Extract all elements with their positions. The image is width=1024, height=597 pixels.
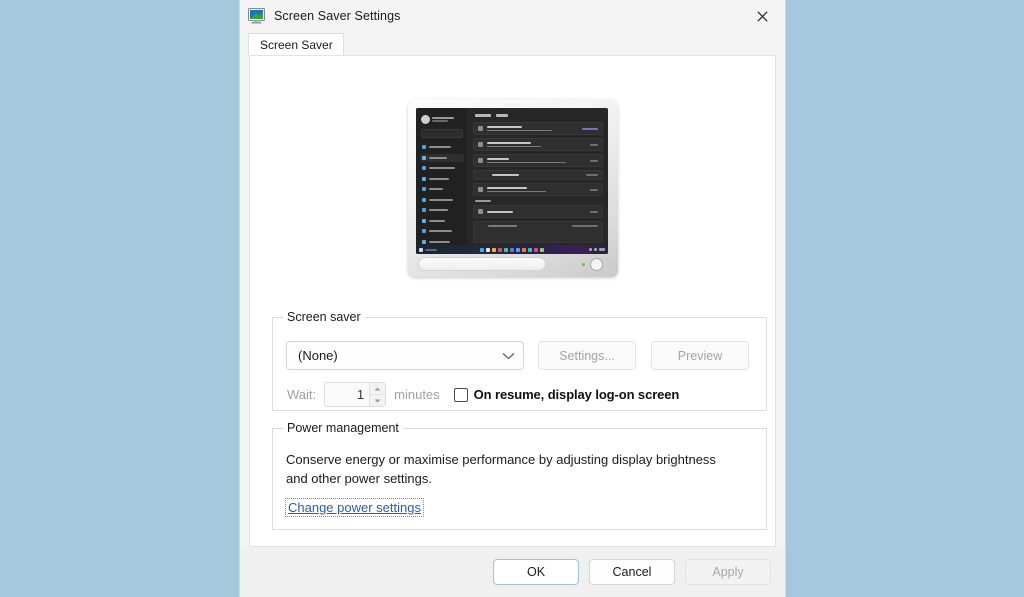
dialog-content: Screen saver (None) Settings... Preview …: [249, 55, 776, 547]
on-resume-checkbox[interactable]: [453, 387, 468, 402]
monitor-preview: [407, 99, 618, 277]
monitor-base: [416, 256, 608, 273]
mock-nav-item: [420, 227, 465, 235]
stepper-down-icon[interactable]: [370, 394, 386, 406]
wait-row: Wait: 1 minutes On resume, display log-o…: [287, 382, 679, 407]
mock-breadcrumb: [475, 114, 602, 117]
tab-strip: Screen Saver: [240, 32, 785, 55]
mock-user-profile: [420, 115, 465, 124]
title-bar: Screen Saver Settings: [240, 0, 785, 32]
wait-minutes-value: 1: [356, 387, 365, 402]
screen-saver-preview-button[interactable]: Preview: [651, 341, 749, 370]
mock-nav-item: [420, 175, 465, 183]
ok-button-label: OK: [526, 565, 546, 579]
tab-screen-saver[interactable]: Screen Saver: [248, 33, 344, 55]
mock-taskbar: [415, 245, 608, 254]
stepper-up-icon[interactable]: [370, 383, 385, 394]
screen-saver-monitor-icon: [248, 8, 265, 24]
mock-avatar: [420, 115, 430, 124]
screen-saver-settings-dialog: Screen Saver Settings Screen Saver Scree…: [240, 0, 785, 597]
screen-saver-dropdown[interactable]: (None): [286, 341, 524, 370]
monitor-screen: [415, 108, 608, 254]
power-management-group: Power management Conserve energy or maxi…: [272, 421, 767, 530]
on-resume-checkbox-label: On resume, display log-on screen: [473, 387, 680, 402]
mock-nav-item: [420, 164, 465, 172]
close-icon[interactable]: [739, 0, 785, 32]
mock-setting-card: [473, 183, 603, 196]
tab-screen-saver-label: Screen Saver: [260, 37, 333, 52]
dialog-footer: OK Cancel Apply: [240, 547, 785, 597]
screen-saver-group-label: Screen saver: [283, 310, 365, 324]
mock-setting-card: [473, 154, 603, 167]
screen-saver-preview-button-label: Preview: [677, 348, 723, 363]
mock-nav-item: [420, 217, 465, 225]
window-title: Screen Saver Settings: [274, 9, 401, 23]
wait-minutes-stepper[interactable]: 1: [324, 382, 387, 407]
stepper-buttons[interactable]: [369, 383, 386, 406]
mock-setting-card: [473, 170, 603, 180]
mock-nav-item: [420, 206, 465, 214]
mock-nav-item: [420, 196, 465, 204]
mock-nav-item: [420, 143, 465, 151]
wait-label: Wait:: [287, 387, 317, 402]
mock-nav-item: [420, 185, 465, 193]
mock-search-box: [420, 129, 464, 138]
apply-button-label: Apply: [712, 565, 744, 579]
power-button-icon: [589, 258, 603, 271]
cancel-button-label: Cancel: [612, 565, 652, 579]
monitor-base-slot: [417, 257, 546, 271]
mock-nav-item: [419, 153, 465, 162]
minutes-label: minutes: [394, 387, 440, 402]
apply-button[interactable]: Apply: [685, 559, 771, 585]
screen-saver-settings-button-label: Settings...: [559, 348, 615, 363]
ok-button[interactable]: OK: [493, 559, 579, 585]
mock-setting-card: [473, 205, 603, 218]
mock-settings-sidebar: [415, 108, 468, 254]
screen-saver-group: Screen saver (None) Settings... Preview …: [272, 310, 767, 411]
change-power-settings-link[interactable]: Change power settings: [285, 498, 424, 517]
screen-saver-dropdown-value: (None): [298, 348, 338, 363]
on-resume-checkbox-row[interactable]: On resume, display log-on screen: [453, 387, 680, 402]
power-led-icon: [581, 263, 585, 266]
cancel-button[interactable]: Cancel: [589, 559, 675, 585]
power-management-group-label: Power management: [283, 421, 403, 435]
monitor-preview-wrap: [250, 99, 775, 277]
mock-setting-card: [473, 221, 603, 243]
screen-saver-settings-button[interactable]: Settings...: [538, 341, 636, 370]
mock-section-label: [475, 200, 492, 202]
chevron-down-icon: [502, 348, 515, 363]
power-management-description: Conserve energy or maximise performance …: [286, 452, 716, 486]
mock-setting-card: [473, 122, 603, 135]
mock-setting-card: [473, 138, 603, 151]
mock-settings-main: [467, 108, 608, 254]
